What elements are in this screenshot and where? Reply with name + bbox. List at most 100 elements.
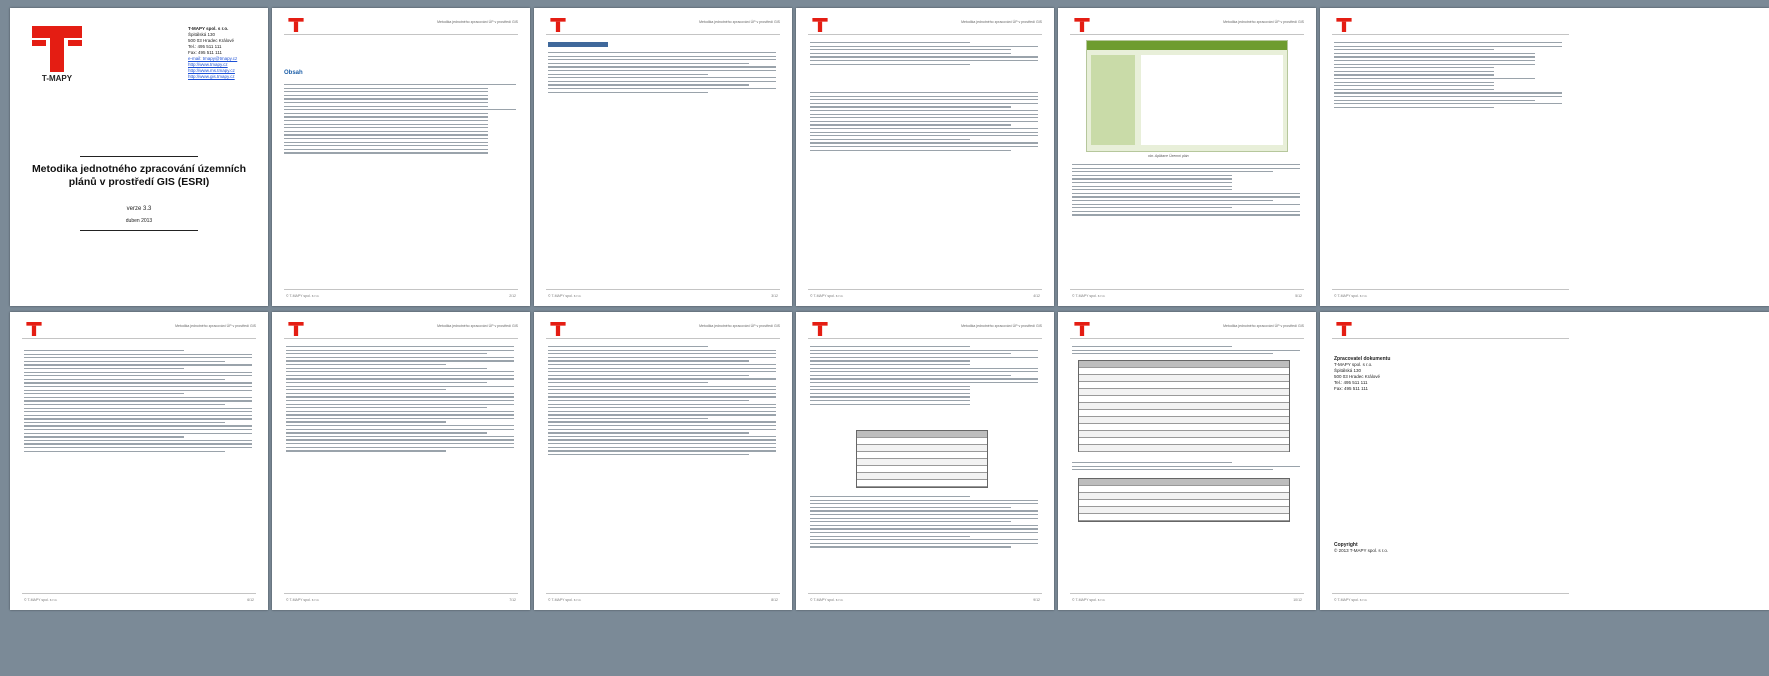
- toc-heading: Obsah: [284, 70, 303, 76]
- page-cover: T-MAPY T-MAPY spol. s r.o. Špitálská 130…: [10, 8, 268, 306]
- closing-line: Fax: 495 511 111: [1334, 386, 1369, 391]
- page-number: 8/12: [771, 598, 778, 602]
- tmapy-logo-icon: [812, 322, 828, 336]
- footer-rule: [808, 289, 1042, 290]
- document-processor: Zpracovatel dokumentu T-MAPY spol. s r.o…: [1334, 356, 1390, 392]
- body-text: [548, 346, 776, 457]
- tmapy-logo-icon: [288, 322, 304, 336]
- page-number: 10/12: [1293, 598, 1302, 602]
- page-footer: © T-MAPY spol. s r.o.: [548, 598, 582, 602]
- application-screenshot: [1086, 40, 1288, 152]
- body-text: [810, 42, 1038, 67]
- page-header: Metodika jednotného zpracování ÚP v pros…: [961, 324, 1042, 328]
- section-heading: [548, 42, 608, 47]
- footer-rule: [1332, 593, 1569, 594]
- body-text: [1072, 164, 1300, 218]
- brand-name: T-MAPY: [41, 74, 73, 83]
- body-text: [810, 92, 1038, 153]
- tmapy-logo-icon: [1336, 18, 1352, 32]
- page-12: Zpracovatel dokumentu T-MAPY spol. s r.o…: [1320, 312, 1769, 610]
- header-rule: [284, 34, 518, 35]
- page-footer: © T-MAPY spol. s r.o.: [810, 294, 844, 298]
- page-footer: © T-MAPY spol. s r.o.: [1072, 294, 1106, 298]
- toc-entries: [284, 84, 516, 156]
- page-number: 5/12: [1295, 294, 1302, 298]
- page-footer: © T-MAPY spol. s r.o.: [286, 294, 320, 298]
- page-number: 6/12: [247, 598, 254, 602]
- tmapy-logo-icon: [1074, 322, 1090, 336]
- tmapy-logo-icon: [32, 26, 82, 72]
- header-rule: [1070, 34, 1304, 35]
- footer-rule: [1070, 593, 1304, 594]
- footer-rule: [546, 289, 780, 290]
- page-number: 2/12: [509, 294, 516, 298]
- data-table: [1078, 360, 1290, 452]
- document-title: Metodika jednotného zpracování územních …: [31, 163, 247, 188]
- body-text: [1334, 42, 1562, 110]
- page-header: Metodika jednotného zpracování ÚP v pros…: [699, 20, 780, 24]
- footer-rule: [808, 593, 1042, 594]
- tmapy-logo-icon: [288, 18, 304, 32]
- body-text: [1072, 462, 1300, 473]
- header-rule: [546, 34, 780, 35]
- body-text: [286, 346, 514, 454]
- footer-rule: [1070, 289, 1304, 290]
- tmapy-logo-icon: [550, 322, 566, 336]
- footer-rule: [284, 289, 518, 290]
- page-7: Metodika jednotného zpracování ÚP v pros…: [10, 312, 268, 610]
- body-text: [1072, 346, 1300, 357]
- header-rule: [1332, 338, 1569, 339]
- page-4: Metodika jednotného zpracování ÚP v pros…: [796, 8, 1054, 306]
- contact-link[interactable]: http://www.gis.tmapy.cz: [188, 74, 237, 80]
- page-11: Metodika jednotného zpracování ÚP v pros…: [1058, 312, 1316, 610]
- header-rule: [284, 338, 518, 339]
- footer-rule: [1332, 289, 1569, 290]
- document-date: duben 2013: [125, 218, 153, 224]
- page-5: Metodika jednotného zpracování ÚP v pros…: [1058, 8, 1316, 306]
- figure-caption: obr. Aplikace Územní plán: [1148, 154, 1189, 158]
- page-footer: © T-MAPY spol. s r.o.: [1072, 598, 1106, 602]
- page-footer: © T-MAPY spol. s r.o.: [1334, 294, 1368, 298]
- tmapy-logo-icon: [1336, 322, 1352, 336]
- header-rule: [22, 338, 256, 339]
- copyright-line: © 2013 T-MAPY spol. s r.o.: [1334, 548, 1389, 553]
- page-number: 3/12: [771, 294, 778, 298]
- body-text: [24, 350, 252, 454]
- footer-rule: [546, 593, 780, 594]
- body-text: [810, 346, 1038, 407]
- header-rule: [808, 338, 1042, 339]
- title-rule-bottom: [80, 230, 198, 231]
- page-8: Metodika jednotného zpracování ÚP v pros…: [272, 312, 530, 610]
- page-header: Metodika jednotného zpracování ÚP v pros…: [1223, 324, 1304, 328]
- page-9: Metodika jednotného zpracování ÚP v pros…: [534, 312, 792, 610]
- header-rule: [808, 34, 1042, 35]
- page-footer: © T-MAPY spol. s r.o.: [548, 294, 582, 298]
- page-footer: © T-MAPY spol. s r.o.: [24, 598, 58, 602]
- page-header: Metodika jednotného zpracování ÚP v pros…: [1223, 20, 1304, 24]
- footer-rule: [22, 593, 256, 594]
- page-6: © T-MAPY spol. s r.o.: [1320, 8, 1769, 306]
- title-rule-top: [80, 156, 198, 157]
- header-rule: [1070, 338, 1304, 339]
- document-version: verze 3.3: [126, 206, 152, 212]
- data-table: [856, 430, 988, 488]
- tmapy-logo-icon: [812, 18, 828, 32]
- data-table: [1078, 478, 1290, 522]
- page-header: Metodika jednotného zpracování ÚP v pros…: [437, 324, 518, 328]
- page-footer: © T-MAPY spol. s r.o.: [1334, 598, 1368, 602]
- header-rule: [546, 338, 780, 339]
- body-text: [548, 52, 776, 95]
- tmapy-logo-icon: [550, 18, 566, 32]
- page-header: Metodika jednotného zpracování ÚP v pros…: [175, 324, 256, 328]
- page-footer: © T-MAPY spol. s r.o.: [810, 598, 844, 602]
- page-header: Metodika jednotného zpracování ÚP v pros…: [699, 324, 780, 328]
- page-number: 9/12: [1033, 598, 1040, 602]
- copyright-block: Copyright © 2013 T-MAPY spol. s r.o.: [1334, 542, 1388, 554]
- page-footer: © T-MAPY spol. s r.o.: [286, 598, 320, 602]
- body-text: [810, 496, 1038, 550]
- tmapy-logo-icon: [26, 322, 42, 336]
- page-3: Metodika jednotného zpracování ÚP v pros…: [534, 8, 792, 306]
- page-number: 7/12: [509, 598, 516, 602]
- footer-rule: [284, 593, 518, 594]
- page-header: Metodika jednotného zpracování ÚP v pros…: [961, 20, 1042, 24]
